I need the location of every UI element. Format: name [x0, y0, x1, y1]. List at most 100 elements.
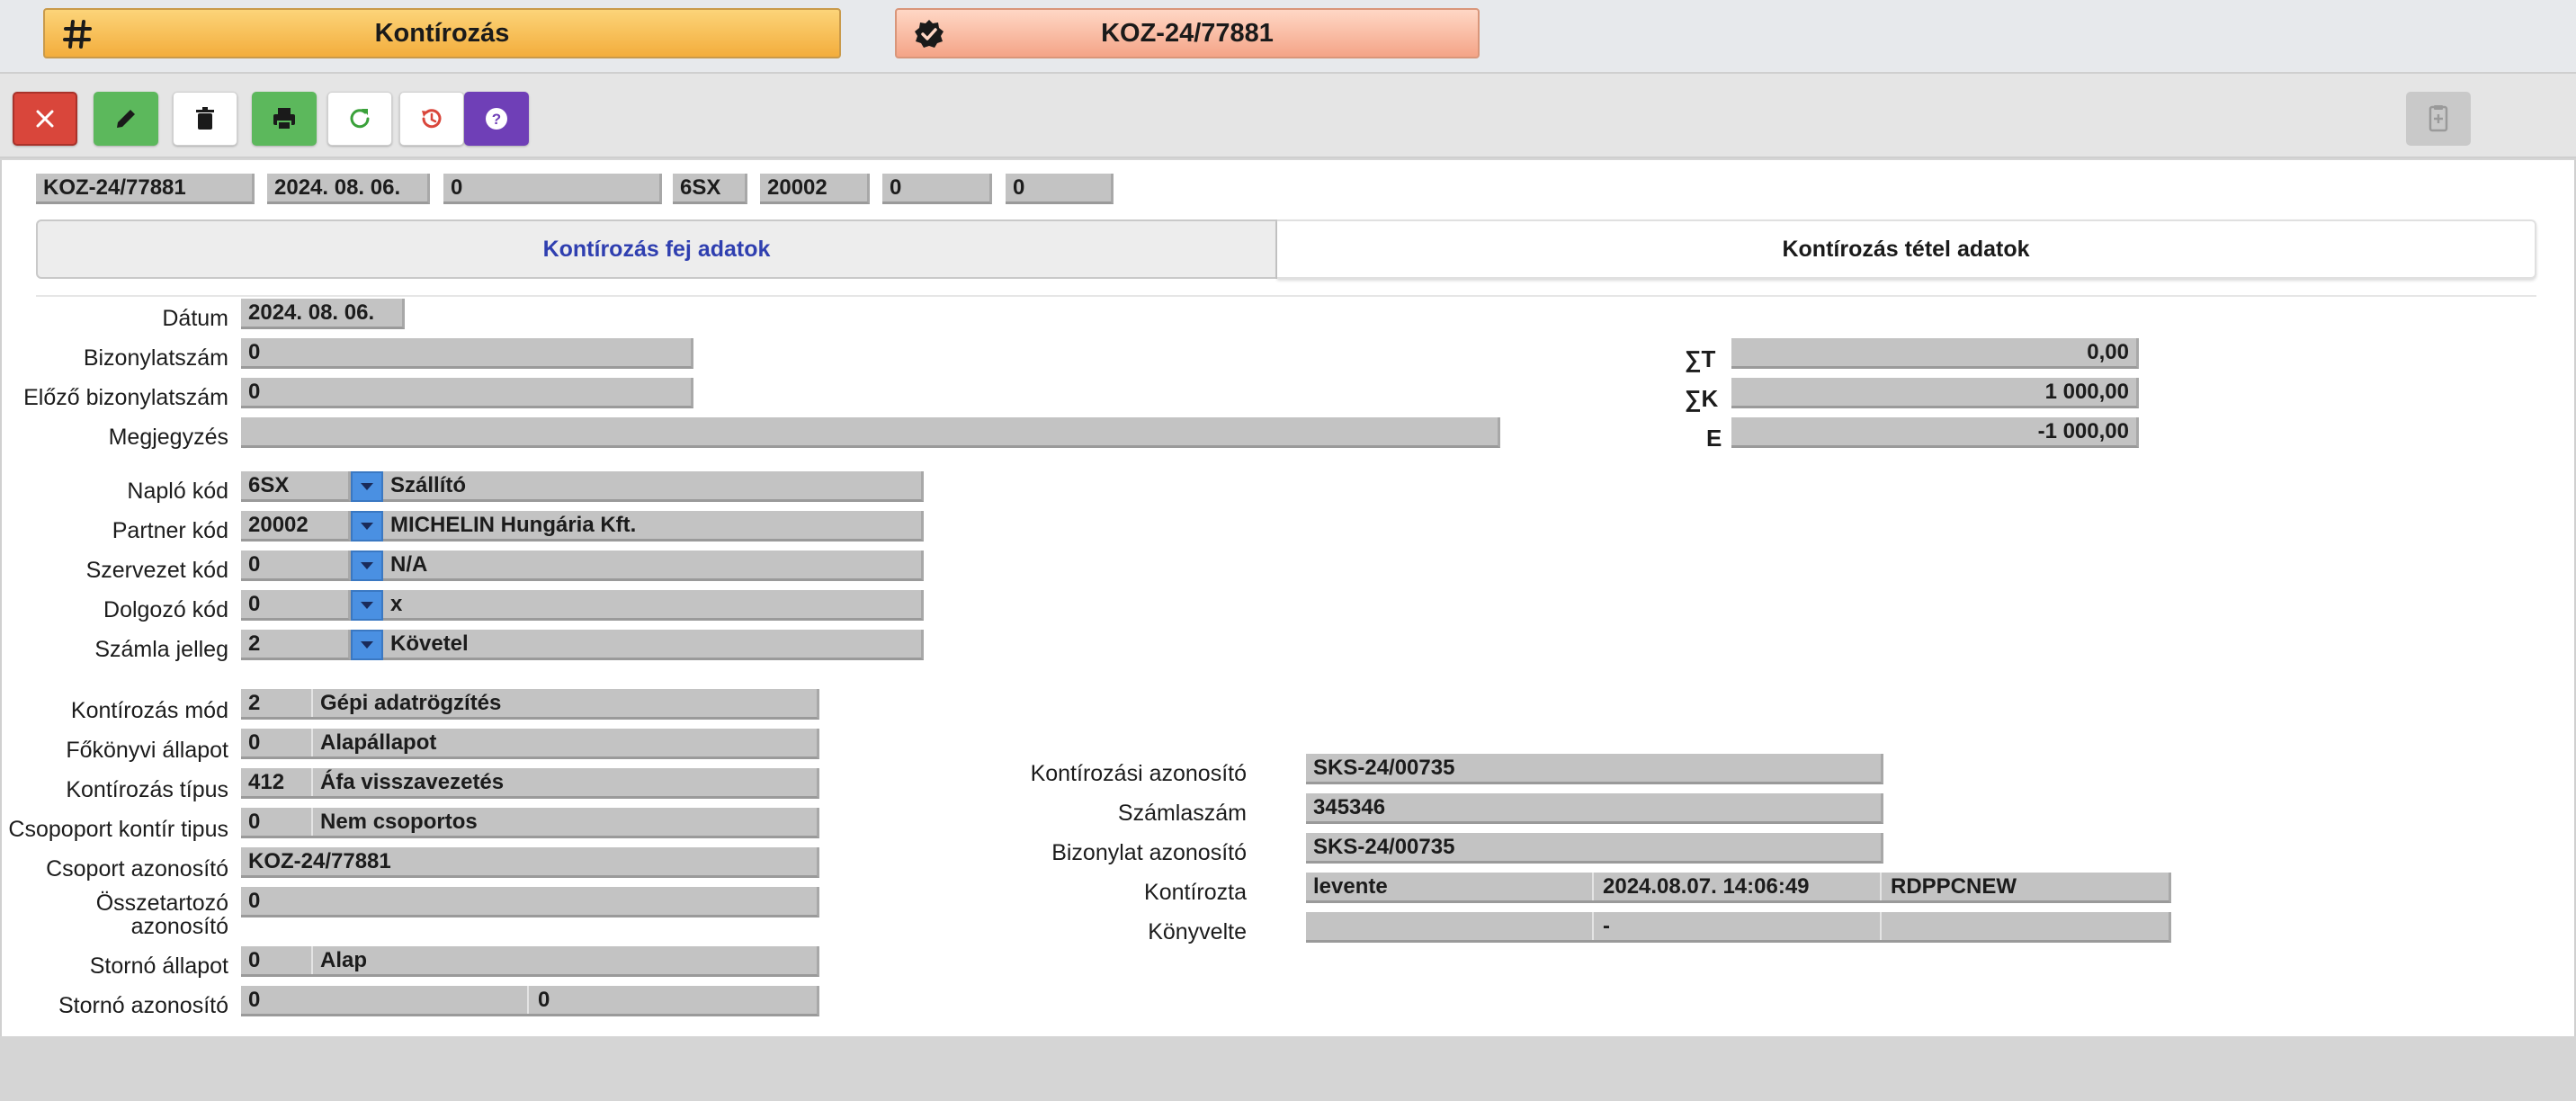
tab-bar: Kontírozás fej adatok Kontírozás tétel a…: [36, 219, 2536, 279]
document-add-button[interactable]: [2406, 92, 2471, 146]
divider: [36, 295, 2536, 297]
total-k-label: ∑K: [1685, 385, 1719, 412]
bizonylat-azon-label: Bizonylat azonosító: [1051, 840, 1247, 865]
print-button[interactable]: [252, 92, 317, 146]
print-icon: [273, 108, 295, 130]
dolgozo-kod-name: x: [383, 590, 924, 621]
kontir-azon-label: Kontírozási azonosító: [1030, 761, 1247, 786]
storno-allapot-label: Stornó állapot: [89, 953, 228, 979]
fokonyvi-allapot-label: Főkönyvi állapot: [66, 738, 228, 763]
dolgozo-kod-label: Dolgozó kód: [103, 597, 228, 622]
dolgozo-kod-dropdown[interactable]: [351, 590, 383, 621]
storno-azon-value-2: 0: [538, 988, 550, 1012]
delete-button[interactable]: [173, 92, 237, 146]
dolgozo-kod-field[interactable]: 0: [241, 590, 351, 621]
szervezet-kod-field[interactable]: 0: [241, 550, 351, 581]
document-add-icon: [2428, 105, 2448, 132]
summary-employee: 0: [1006, 174, 1114, 204]
close-button[interactable]: [13, 92, 77, 146]
datum-label: Dátum: [162, 306, 228, 331]
szamlaszam-field: 345346: [1306, 793, 1883, 824]
kontir-mod-code: 2: [248, 691, 261, 715]
kontirozta-user: levente: [1313, 874, 1388, 899]
storno-allapot-field: 0 Alap: [241, 946, 819, 977]
revert-button[interactable]: [399, 92, 464, 146]
partner-kod-field[interactable]: 20002: [241, 511, 351, 542]
kontir-azon-field: SKS-24/00735: [1306, 754, 1883, 784]
refresh-icon: [350, 109, 370, 129]
edit-button[interactable]: [94, 92, 158, 146]
storno-allapot-code: 0: [248, 948, 261, 972]
summary-number: 0: [443, 174, 662, 204]
szamlaszam-label: Számlaszám: [1117, 801, 1247, 826]
fokonyvi-allapot-name: Alapállapot: [320, 730, 437, 755]
megjegyzes-field[interactable]: [241, 417, 1500, 448]
module-title-box: Kontírozás: [43, 8, 841, 58]
csop-tipus-label: Csopoport kontír tipus: [8, 817, 228, 842]
kontirozta-field: levente 2024.08.07. 14:06:49 RDPPCNEW: [1306, 873, 2171, 903]
csop-tipus-field: 0 Nem csoportos: [241, 808, 819, 838]
szamla-jelleg-name: Követel: [383, 630, 924, 660]
refresh-button[interactable]: [327, 92, 392, 146]
konyvelte-time: -: [1603, 914, 1610, 938]
partner-kod-name: MICHELIN Hungária Kft.: [383, 511, 924, 542]
fokonyvi-allapot-field: 0 Alapállapot: [241, 729, 819, 759]
szervezet-kod-name: N/A: [383, 550, 924, 581]
kontir-tipus-code: 412: [248, 770, 285, 794]
tab-header-data[interactable]: Kontírozás fej adatok: [36, 219, 1277, 279]
toolbar: ?: [0, 72, 2576, 158]
hash-icon: [63, 20, 92, 49]
summary-org: 0: [882, 174, 992, 204]
naplo-kod-field[interactable]: 6SX: [241, 471, 351, 502]
total-t-value: 0,00: [1731, 338, 2139, 369]
csop-azon-label: Csoport azonosító: [46, 856, 228, 882]
record-title: KOZ-24/77881: [1101, 18, 1274, 48]
elozo-bizonylatszam-field[interactable]: 0: [241, 378, 693, 408]
kontirozta-machine: RDPPCNEW: [1891, 874, 2017, 899]
kontir-tipus-name: Áfa visszavezetés: [320, 770, 505, 794]
szamla-jelleg-label: Számla jelleg: [94, 637, 228, 662]
kontir-mod-name: Gépi adatrögzítés: [320, 691, 502, 715]
naplo-kod-dropdown[interactable]: [351, 471, 383, 502]
summary-journal: 6SX: [673, 174, 747, 204]
title-bar: Kontírozás KOZ-24/77881: [0, 0, 2576, 72]
storno-allapot-name: Alap: [320, 948, 368, 972]
elozo-bizonylatszam-label: Előző bizonylatszám: [23, 385, 228, 410]
kontirozta-label: Kontírozta: [1144, 880, 1247, 905]
csop-tipus-code: 0: [248, 810, 261, 834]
bizonylatszam-label: Bizonylatszám: [83, 345, 228, 371]
naplo-kod-name: Szállító: [383, 471, 924, 502]
szamla-jelleg-dropdown[interactable]: [351, 630, 383, 660]
osszetartozo-label-1: Összetartozó: [95, 891, 228, 916]
kontir-tipus-field: 412 Áfa visszavezetés: [241, 768, 819, 799]
help-button[interactable]: ?: [464, 92, 529, 146]
konyvelte-label: Könyvelte: [1148, 919, 1247, 944]
szervezet-kod-dropdown[interactable]: [351, 550, 383, 581]
bizonylat-azon-field: SKS-24/00735: [1306, 833, 1883, 864]
megjegyzes-label: Megjegyzés: [108, 425, 228, 450]
csop-tipus-name: Nem csoportos: [320, 810, 478, 834]
history-icon: [422, 109, 442, 129]
total-k-value: 1 000,00: [1731, 378, 2139, 408]
kontirozta-time: 2024.08.07. 14:06:49: [1603, 874, 1810, 899]
datum-field[interactable]: 2024. 08. 06.: [241, 299, 405, 329]
summary-doc-id: KOZ-24/77881: [36, 174, 255, 204]
kontir-mod-label: Kontírozás mód: [70, 698, 228, 723]
storno-azon-label: Stornó azonosító: [58, 993, 228, 1018]
csop-azon-field: KOZ-24/77881: [241, 847, 819, 878]
kontir-tipus-label: Kontírozás típus: [66, 777, 228, 802]
tab-item-data[interactable]: Kontírozás tétel adatok: [1277, 219, 2536, 279]
total-e-value: -1 000,00: [1731, 417, 2139, 448]
partner-kod-dropdown[interactable]: [351, 511, 383, 542]
szamla-jelleg-field[interactable]: 2: [241, 630, 351, 660]
close-icon: [36, 110, 54, 128]
kontir-mod-field: 2 Gépi adatrögzítés: [241, 689, 819, 720]
bizonylatszam-field[interactable]: 0: [241, 338, 693, 369]
pencil-icon: [117, 110, 135, 128]
summary-date: 2024. 08. 06.: [267, 174, 430, 204]
total-e-label: E: [1706, 425, 1722, 452]
fokonyvi-allapot-code: 0: [248, 730, 261, 755]
partner-kod-label: Partner kód: [112, 518, 228, 543]
module-title: Kontírozás: [374, 18, 510, 48]
record-title-box: KOZ-24/77881: [895, 8, 1480, 58]
